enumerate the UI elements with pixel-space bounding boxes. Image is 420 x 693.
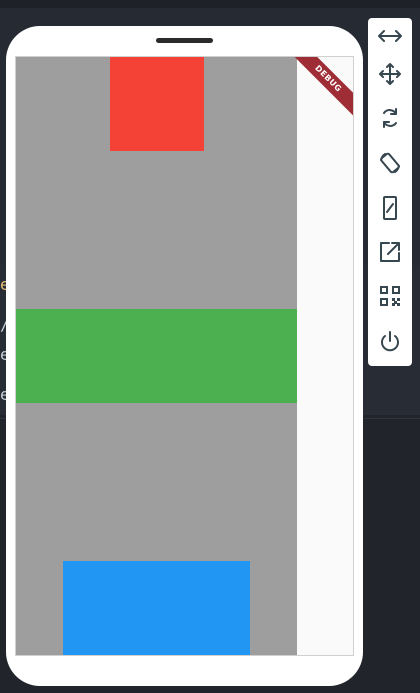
power-button[interactable] — [370, 324, 410, 364]
resize-horizontal-icon — [377, 23, 403, 53]
device-toolbar — [368, 18, 412, 366]
move-icon — [377, 61, 403, 91]
open-external-button[interactable] — [370, 234, 410, 274]
qr-code-button[interactable] — [370, 278, 410, 318]
blue-box — [63, 561, 250, 655]
screen-rotation-icon — [377, 150, 403, 180]
rotate-button[interactable] — [370, 100, 410, 140]
power-icon — [377, 329, 403, 359]
move-button[interactable] — [370, 56, 410, 96]
rotate-icon — [377, 105, 403, 135]
editor-top-bar — [0, 0, 420, 8]
device-frame-button[interactable] — [370, 190, 410, 230]
screen-rotation-button[interactable] — [370, 145, 410, 185]
device-frame-icon — [377, 195, 403, 225]
open-external-icon — [377, 239, 403, 269]
resize-horizontal-button[interactable] — [370, 18, 410, 58]
green-box — [16, 309, 297, 403]
red-box — [110, 57, 204, 151]
device-speaker — [156, 38, 213, 43]
qr-code-icon — [377, 283, 403, 313]
app-screen: DEBUG — [15, 56, 354, 656]
